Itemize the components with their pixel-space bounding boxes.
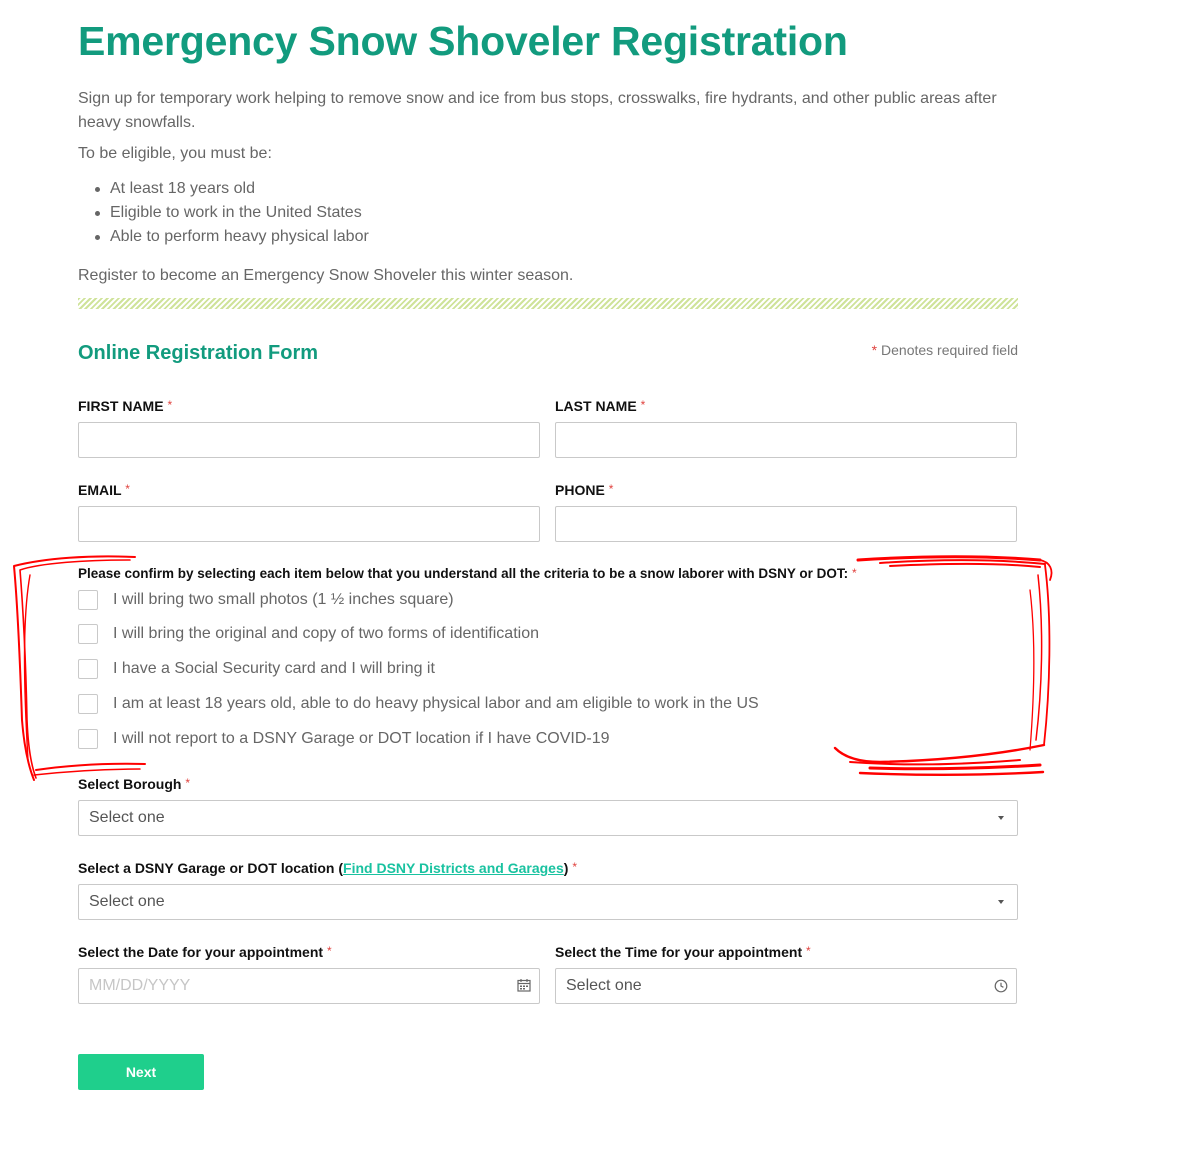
last-name-field[interactable] (555, 422, 1017, 458)
next-button[interactable]: Next (78, 1054, 204, 1090)
date-field[interactable] (78, 968, 540, 1004)
first-name-field[interactable] (78, 422, 540, 458)
location-label: Select a DSNY Garage or DOT location (Fi… (78, 860, 577, 876)
required-marker: * (851, 566, 857, 580)
time-selected-value: Select one (566, 977, 642, 994)
clock-icon[interactable] (994, 979, 1008, 993)
date-input[interactable] (79, 969, 539, 1003)
required-marker: * (640, 398, 646, 412)
time-label-text: Select the Time for your appointment (555, 944, 803, 960)
required-marker: * (871, 342, 878, 358)
page-title: Emergency Snow Shoveler Registration (78, 18, 848, 64)
location-label-text: Select a DSNY Garage or DOT location ( (78, 860, 344, 876)
confirm-item-photos[interactable]: I will bring two small photos (1 ½ inche… (78, 590, 878, 612)
location-select[interactable]: Select one (78, 884, 1018, 920)
checkbox[interactable] (78, 694, 98, 714)
first-name-label: FIRST NAME * (78, 398, 172, 414)
email-label: EMAIL * (78, 482, 130, 498)
required-marker: * (326, 944, 332, 958)
required-marker: * (608, 482, 614, 496)
required-marker: * (167, 398, 173, 412)
intro-text: Sign up for temporary work helping to re… (78, 90, 997, 131)
email-input[interactable] (79, 507, 539, 541)
first-name-input[interactable] (79, 423, 539, 457)
date-label: Select the Date for your appointment * (78, 944, 332, 960)
email-field[interactable] (78, 506, 540, 542)
last-name-label: LAST NAME * (555, 398, 645, 414)
checkbox-label: I am at least 18 years old, able to do h… (113, 695, 759, 712)
requirements-list: At least 18 years old Eligible to work i… (95, 179, 369, 251)
borough-label-text: Select Borough (78, 776, 182, 792)
requirement-item: Able to perform heavy physical labor (95, 227, 369, 251)
location-label-suffix: ) (563, 860, 569, 876)
confirm-item-covid[interactable]: I will not report to a DSNY Garage or DO… (78, 729, 878, 751)
confirm-item-age-labor[interactable]: I am at least 18 years old, able to do h… (78, 694, 878, 716)
checkbox-label: I will bring the original and copy of tw… (113, 625, 539, 642)
requirement-item: At least 18 years old (95, 179, 369, 203)
form-title: Online Registration Form (78, 342, 319, 364)
location-selected-value: Select one (89, 893, 165, 910)
find-districts-link[interactable]: Find DSNY Districts and Garages (343, 860, 564, 876)
checkbox[interactable] (78, 729, 98, 749)
required-marker: * (125, 482, 130, 496)
time-select[interactable]: Select one (555, 968, 1017, 1004)
checkbox-label: I have a Social Security card and I will… (113, 660, 435, 677)
confirm-prompt: Please confirm by selecting each item be… (78, 566, 857, 581)
phone-input[interactable] (556, 507, 1016, 541)
required-note-text: Denotes required field (881, 342, 1018, 358)
last-name-input[interactable] (556, 423, 1016, 457)
phone-label: PHONE * (555, 482, 613, 498)
date-label-text: Select the Date for your appointment (78, 944, 324, 960)
register-text: Register to become an Emergency Snow Sho… (78, 267, 574, 284)
time-label: Select the Time for your appointment * (555, 944, 811, 960)
borough-selected-value: Select one (89, 809, 165, 826)
phone-label-text: PHONE (555, 482, 605, 498)
confirm-item-identification[interactable]: I will bring the original and copy of tw… (78, 624, 878, 646)
confirm-prompt-text: Please confirm by selecting each item be… (78, 566, 849, 581)
phone-field[interactable] (555, 506, 1017, 542)
requirement-item: Eligible to work in the United States (95, 203, 369, 227)
checkbox-label: I will not report to a DSNY Garage or DO… (113, 730, 610, 747)
chevron-down-icon (998, 816, 1004, 820)
borough-label: Select Borough * (78, 776, 190, 792)
confirm-item-social-security[interactable]: I have a Social Security card and I will… (78, 659, 878, 681)
eligibility-lead: To be eligible, you must be: (78, 145, 272, 162)
checkbox[interactable] (78, 590, 98, 610)
first-name-label-text: FIRST NAME (78, 398, 164, 414)
calendar-icon[interactable] (517, 978, 531, 992)
required-marker: * (185, 776, 191, 790)
required-field-note: * Denotes required field (872, 342, 1018, 358)
chevron-down-icon (998, 900, 1004, 904)
checkbox-label: I will bring two small photos (1 ½ inche… (113, 591, 454, 608)
required-marker: * (806, 944, 811, 958)
borough-select[interactable]: Select one (78, 800, 1018, 836)
striped-divider (78, 298, 1018, 309)
required-marker: * (572, 860, 577, 874)
last-name-label-text: LAST NAME (555, 398, 637, 414)
email-label-text: EMAIL (78, 482, 122, 498)
checkbox[interactable] (78, 659, 98, 679)
checkbox[interactable] (78, 624, 98, 644)
